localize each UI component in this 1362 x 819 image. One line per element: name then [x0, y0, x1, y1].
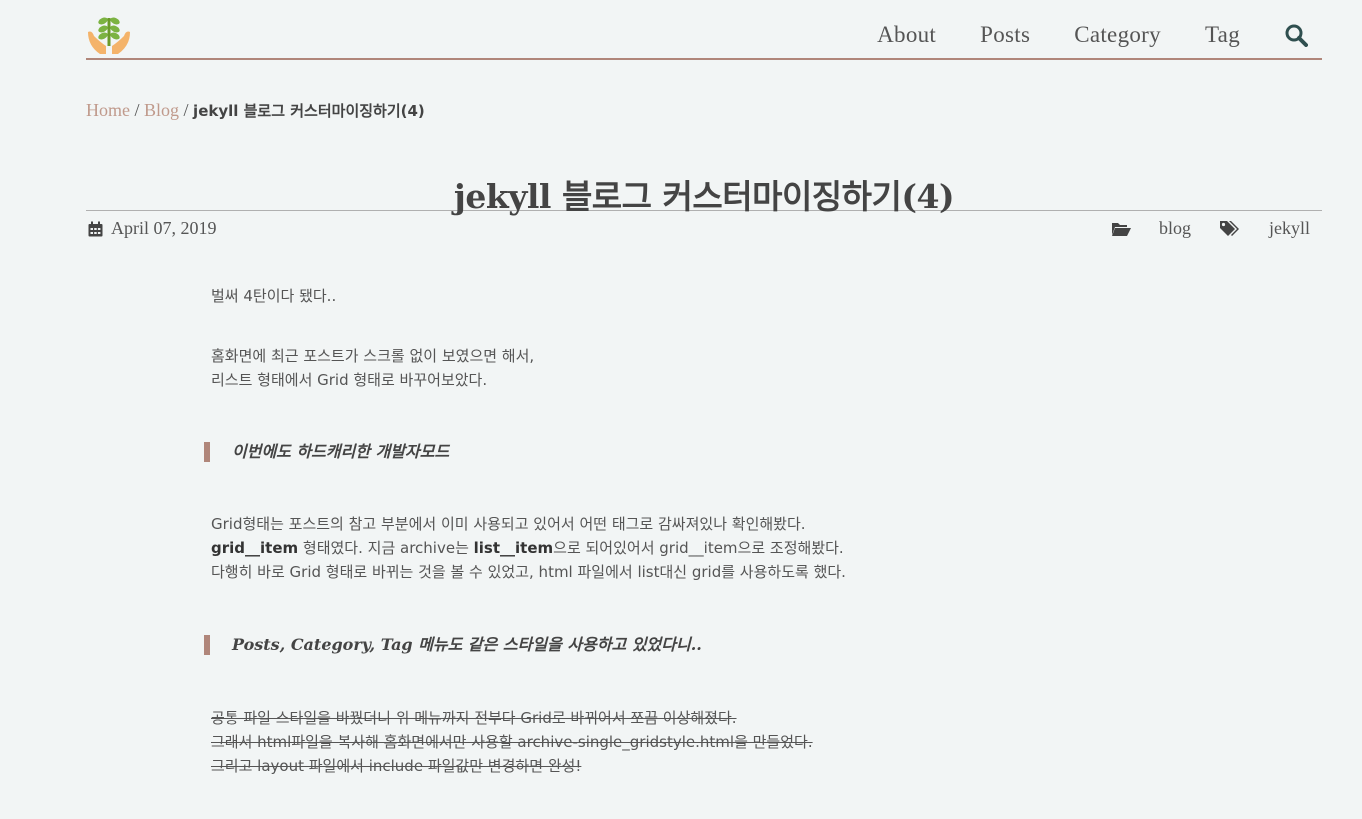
post-taxonomy: blog jekyll [1111, 218, 1310, 239]
paragraph-fragment: 으로 되어있어서 grid__item으로 조정해봤다. [553, 539, 844, 557]
post-date: April 07, 2019 [88, 218, 217, 239]
main-nav: About Posts Category Tag [833, 22, 1322, 48]
post-date-text: April 07, 2019 [111, 218, 217, 238]
page-title: jekyll 블로그 커스터마이징하기(4) [453, 177, 955, 216]
breadcrumb-separator: / [134, 100, 140, 120]
masthead: About Posts Category Tag [86, 0, 1322, 60]
breadcrumb-home[interactable]: Home [86, 100, 130, 120]
nav-posts[interactable]: Posts [980, 22, 1030, 48]
breadcrumb-blog[interactable]: Blog [144, 100, 179, 120]
plant-in-hands-logo-icon [88, 17, 130, 54]
paragraph-line: 리스트 형태에서 Grid 형태로 바꾸어보았다. [211, 371, 488, 389]
blockquote-text: 이번에도 하드캐리한 개발자모드 [232, 442, 450, 461]
calendar-icon [88, 221, 103, 236]
nav-category[interactable]: Category [1074, 22, 1161, 48]
search-button[interactable] [1284, 23, 1308, 47]
paragraph-text: 벌써 4탄이다 됐다.. [211, 287, 337, 305]
paragraph-line: grid__item 형태였다. 지금 archive는 list__item으… [211, 536, 1011, 560]
code-term: grid__item [211, 539, 299, 557]
nav-tag[interactable]: Tag [1205, 22, 1240, 48]
paragraph-line: 다행히 바로 Grid 형태로 바뀌는 것을 볼 수 있었고, html 파일에… [211, 563, 846, 581]
blockquote: 이번에도 하드캐리한 개발자모드 [204, 442, 449, 462]
breadcrumb: Home / Blog / jekyll 블로그 커스터마이징하기(4) [86, 100, 425, 121]
site-logo[interactable] [86, 12, 132, 58]
paragraph-grid-details: Grid형태는 포스트의 참고 부분에서 이미 사용되고 있어서 어떤 태그로 … [211, 512, 1011, 584]
paragraph-fragment: 형태였다. 지금 archive는 [298, 539, 474, 557]
tag-link[interactable]: jekyll [1269, 218, 1310, 239]
category-link[interactable]: blog [1159, 218, 1191, 239]
folder-open-icon [1111, 222, 1131, 236]
blockquote: Posts, Category, Tag 메뉴도 같은 스타일을 사용하고 있었… [204, 635, 702, 655]
tags-icon [1220, 220, 1239, 236]
paragraph-intro: 벌써 4탄이다 됐다.. [211, 284, 1011, 308]
breadcrumb-separator: / [183, 100, 189, 120]
blockquote-text: Posts, Category, Tag 메뉴도 같은 스타일을 사용하고 있었… [232, 635, 702, 654]
paragraph-strikethrough: 공통 파일 스타일을 바꿨더니 위 메뉴까지 전부다 Grid로 바뀌어서 쪼끔… [211, 706, 1011, 778]
paragraph-grid-reason: 홈화면에 최근 포스트가 스크롤 없이 보였으면 해서, 리스트 형태에서 Gr… [211, 344, 1011, 392]
paragraph-line: Grid형태는 포스트의 참고 부분에서 이미 사용되고 있어서 어떤 태그로 … [211, 515, 806, 533]
paragraph-line: 그래서 html파일을 복사해 홈화면에서만 사용할 archive-singl… [211, 733, 813, 751]
search-icon [1285, 24, 1308, 47]
breadcrumb-current: jekyll 블로그 커스터마이징하기(4) [193, 102, 425, 120]
paragraph-line: 그리고 layout 파일에서 include 파일값만 변경하면 완성! [211, 757, 582, 775]
paragraph-line: 홈화면에 최근 포스트가 스크롤 없이 보였으면 해서, [211, 347, 535, 365]
nav-about[interactable]: About [877, 22, 936, 48]
code-term: list__item [473, 539, 554, 557]
post-header: jekyll 블로그 커스터마이징하기(4) [86, 170, 1322, 216]
paragraph-line: 공통 파일 스타일을 바꿨더니 위 메뉴까지 전부다 Grid로 바뀌어서 쪼끔… [211, 709, 737, 727]
